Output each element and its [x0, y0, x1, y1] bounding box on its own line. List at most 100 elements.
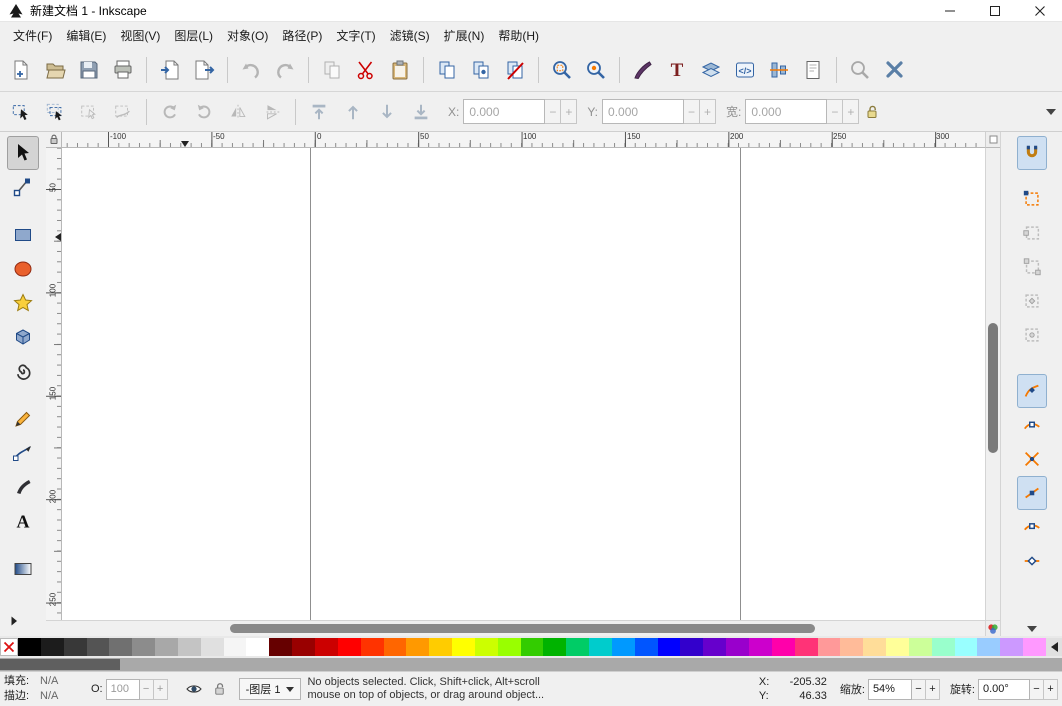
menu-item[interactable]: 滤镜(S) [383, 23, 437, 48]
flip-horizontal-button[interactable] [221, 97, 255, 127]
toolbar-overflow-button[interactable] [1046, 109, 1056, 115]
close-button[interactable] [1017, 0, 1062, 21]
layer-selector[interactable]: -图层 1 [239, 678, 302, 700]
tool-node-editor[interactable] [7, 170, 39, 204]
width-decrement-button[interactable]: − [827, 99, 843, 124]
palette-swatch[interactable] [635, 638, 658, 656]
snap-bounding-box-button[interactable] [1017, 182, 1047, 216]
menu-item[interactable]: 路径(P) [275, 23, 329, 48]
horizontal-scrollbar-thumb[interactable] [230, 624, 815, 633]
tool-pencil[interactable] [7, 402, 39, 436]
palette-swatch[interactable] [840, 638, 863, 656]
snapbar-overflow-button[interactable] [1027, 626, 1037, 632]
palette-swatch[interactable] [452, 638, 475, 656]
x-coordinate-input[interactable]: 0.000 [463, 99, 545, 124]
lock-width-height-button[interactable] [859, 97, 885, 127]
canvas-corner-button[interactable] [985, 132, 1000, 148]
horizontal-scrollbar[interactable] [62, 620, 985, 636]
palette-swatch[interactable] [132, 638, 155, 656]
x-decrement-button[interactable]: − [545, 99, 561, 124]
y-coordinate-input[interactable]: 0.000 [602, 99, 684, 124]
tool-selector[interactable] [7, 136, 39, 170]
palette-swatch[interactable] [18, 638, 41, 656]
fill-stroke-dialog-button[interactable] [626, 53, 660, 87]
palette-scrollbar-thumb[interactable] [0, 659, 120, 670]
palette-swatch[interactable] [703, 638, 726, 656]
tool-gradient[interactable] [7, 552, 39, 586]
palette-swatch[interactable] [338, 638, 361, 656]
selection-touch-button[interactable] [106, 97, 140, 127]
palette-swatch[interactable] [64, 638, 87, 656]
menu-item[interactable]: 扩展(N) [437, 23, 492, 48]
snap-enabled-button[interactable] [1017, 136, 1047, 170]
tool-3d-box[interactable] [7, 320, 39, 354]
width-input[interactable]: 0.000 [745, 99, 827, 124]
zoom-decrement-button[interactable]: − [912, 679, 926, 700]
toolbox-expander-icon[interactable] [8, 615, 20, 630]
palette-swatch[interactable] [361, 638, 384, 656]
guide-lock-corner[interactable] [46, 132, 62, 148]
menu-item[interactable]: 帮助(H) [491, 23, 546, 48]
palette-swatch[interactable] [109, 638, 132, 656]
palette-swatch[interactable] [795, 638, 818, 656]
tool-calligraphy[interactable] [7, 470, 39, 504]
palette-swatch[interactable] [429, 638, 452, 656]
palette-swatch[interactable] [749, 638, 772, 656]
unlink-clone-button[interactable] [498, 53, 532, 87]
tool-rectangle[interactable] [7, 218, 39, 252]
snap-midpoints-button[interactable] [1017, 544, 1047, 578]
opacity-increment-button[interactable]: + [154, 679, 168, 700]
rotate-cw-button[interactable] [187, 97, 221, 127]
opacity-decrement-button[interactable]: − [140, 679, 154, 700]
palette-swatch[interactable] [543, 638, 566, 656]
palette-swatch[interactable] [201, 638, 224, 656]
palette-swatch[interactable] [292, 638, 315, 656]
palette-swatch[interactable] [406, 638, 429, 656]
palette-swatch[interactable] [772, 638, 795, 656]
opacity-input[interactable]: 100 [106, 679, 140, 700]
palette-swatch[interactable] [224, 638, 247, 656]
undo-button[interactable] [234, 53, 268, 87]
fill-stroke-indicator[interactable]: 填充: N/A 描边: N/A [4, 674, 80, 704]
cut-button[interactable] [349, 53, 383, 87]
rotation-decrement-button[interactable]: − [1030, 679, 1044, 700]
create-clone-button[interactable] [464, 53, 498, 87]
flip-vertical-button[interactable] [255, 97, 289, 127]
raise-button[interactable] [336, 97, 370, 127]
palette-swatch[interactable] [475, 638, 498, 656]
zoom-to-selection-button[interactable] [545, 53, 579, 87]
menu-item[interactable]: 视图(V) [113, 23, 167, 48]
zoom-input[interactable]: 54% [868, 679, 912, 700]
palette-swatch[interactable] [87, 638, 110, 656]
menu-item[interactable]: 编辑(E) [59, 23, 113, 48]
duplicate-button[interactable] [430, 53, 464, 87]
paste-button[interactable] [383, 53, 417, 87]
width-increment-button[interactable]: + [843, 99, 859, 124]
raise-to-top-button[interactable] [302, 97, 336, 127]
snap-bbox-corners-button[interactable] [1017, 250, 1047, 284]
palette-swatch[interactable] [1023, 638, 1046, 656]
menu-item[interactable]: 图层(L) [167, 23, 220, 48]
document-properties-button[interactable] [796, 53, 830, 87]
print-button[interactable] [106, 53, 140, 87]
palette-scroll-left-button[interactable] [1046, 638, 1062, 656]
palette-swatch[interactable] [384, 638, 407, 656]
menu-item[interactable]: 对象(O) [220, 23, 275, 48]
tool-spiral[interactable] [7, 354, 39, 388]
snap-cusp-nodes-button[interactable] [1017, 476, 1047, 510]
palette-swatch[interactable] [886, 638, 909, 656]
align-distribute-button[interactable] [762, 53, 796, 87]
snap-bbox-edges-button[interactable] [1017, 216, 1047, 250]
rotation-increment-button[interactable]: + [1044, 679, 1058, 700]
vertical-scrollbar-thumb[interactable] [988, 323, 998, 453]
palette-swatch[interactable] [612, 638, 635, 656]
menu-item[interactable]: 文字(T) [329, 23, 382, 48]
snap-smooth-nodes-button[interactable] [1017, 510, 1047, 544]
palette-swatch[interactable] [863, 638, 886, 656]
layer-lock-toggle[interactable] [208, 677, 232, 701]
palette-swatch[interactable] [155, 638, 178, 656]
export-button[interactable] [187, 53, 221, 87]
text-dialog-button[interactable]: T [660, 53, 694, 87]
select-all-layers-button[interactable] [38, 97, 72, 127]
snap-bbox-centers-button[interactable] [1017, 318, 1047, 352]
